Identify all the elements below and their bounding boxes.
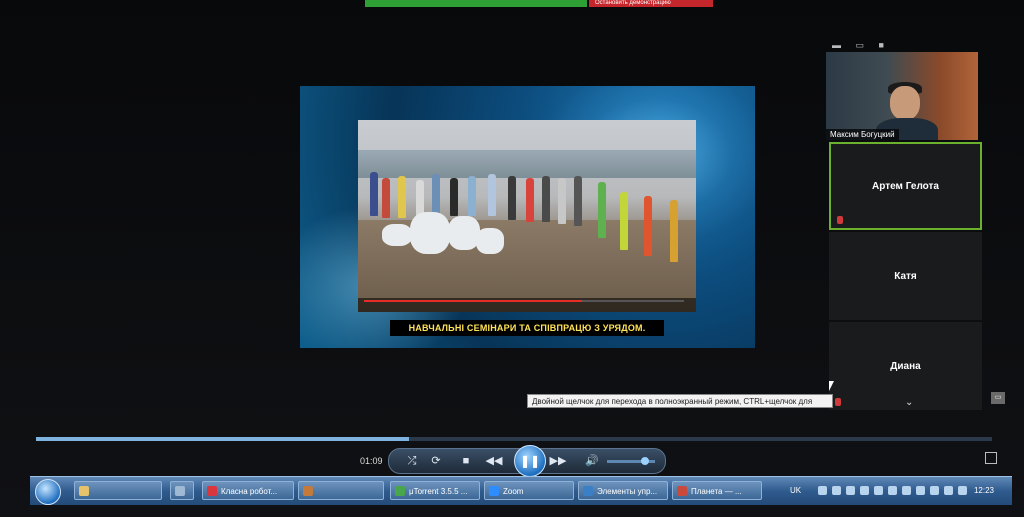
video-person — [644, 196, 652, 256]
taskbar-item[interactable]: μTorrent 3.5.5 ... — [390, 481, 480, 500]
taskbar-item[interactable]: Планета — ... — [672, 481, 762, 500]
mic-muted-icon — [835, 398, 841, 406]
video-person — [670, 200, 678, 262]
participant-name: Артем Гелота — [872, 180, 939, 192]
video-bag — [382, 224, 412, 246]
video-person — [398, 176, 406, 218]
volume-slider[interactable] — [607, 457, 655, 465]
taskbar-item[interactable] — [170, 481, 194, 500]
taskbar-item[interactable]: Класна робот... — [202, 481, 294, 500]
tray-icon[interactable] — [846, 486, 855, 495]
participant-name: Катя — [894, 270, 917, 282]
system-tray: UK 12:23 — [784, 481, 1012, 500]
opera-icon — [207, 486, 217, 496]
clock[interactable]: 12:23 — [974, 481, 994, 500]
video-person — [558, 178, 566, 224]
tray-icon[interactable] — [930, 486, 939, 495]
volume-icon[interactable]: 🔊 — [583, 453, 601, 469]
video-bag — [410, 212, 450, 254]
tray-icon[interactable] — [860, 486, 869, 495]
participant-face — [890, 86, 920, 120]
taskbar-item-label: Zoom — [503, 487, 524, 496]
next-icon[interactable]: ▶▶ — [549, 453, 567, 469]
sharing-indicator — [365, 0, 587, 7]
taskbar-item-label: Класна робот... — [221, 487, 278, 496]
mic-muted-icon — [837, 216, 843, 224]
shuffle-icon[interactable]: ⤮ — [403, 453, 421, 469]
tray-icon[interactable] — [916, 486, 925, 495]
calendar-icon — [175, 486, 185, 496]
video-controls[interactable] — [358, 298, 696, 312]
video-person — [432, 174, 440, 214]
utorrent-icon — [395, 486, 405, 496]
start-button[interactable] — [35, 479, 61, 505]
tooltip: Двойной щелчок для перехода в полноэкран… — [527, 394, 833, 408]
monitor-screen: Остановить демонстрацию НАВЧАЛЬНІ СЕМІНА… — [0, 0, 1024, 517]
previous-icon[interactable]: ◀◀ — [485, 453, 503, 469]
tray-icon[interactable] — [874, 486, 883, 495]
taskbar-item[interactable] — [298, 481, 384, 500]
tray-icon[interactable] — [818, 486, 827, 495]
stop-share-label: Остановить демонстрацию — [595, 0, 671, 6]
fullscreen-icon[interactable] — [985, 452, 997, 464]
video-person — [620, 192, 628, 250]
video-person — [574, 176, 582, 226]
video-person — [526, 178, 534, 222]
video-person — [416, 180, 424, 216]
video-person — [370, 172, 378, 216]
participant-name: Максим Богуцкий — [826, 129, 899, 140]
video-person — [450, 178, 458, 216]
taskbar-item-label: Элементы упр... — [597, 487, 658, 496]
participant-tile[interactable]: Катя — [829, 232, 982, 320]
participant-name: Диана — [890, 360, 921, 372]
stop-share-button[interactable]: Остановить демонстрацию — [589, 0, 713, 7]
video-person — [488, 174, 496, 216]
mouse-cursor-icon — [829, 381, 834, 391]
taskbar-item[interactable]: Zoom — [484, 481, 574, 500]
tray-icon[interactable] — [832, 486, 841, 495]
repeat-icon[interactable]: ⟳ — [427, 453, 445, 469]
video-caption: НАВЧАЛЬНІ СЕМІНАРИ ТА СПІВПРАЦЮ З УРЯДОМ… — [390, 320, 664, 336]
participant-tile[interactable]: Артем Гелота — [829, 142, 982, 230]
document-icon — [677, 486, 687, 496]
app-icon — [303, 486, 313, 496]
control-panel-icon — [583, 486, 593, 496]
video-frame[interactable] — [358, 120, 696, 312]
pause-button[interactable]: ❚❚ — [514, 445, 546, 477]
video-progress[interactable] — [364, 300, 684, 302]
taskbar-item[interactable] — [74, 481, 162, 500]
participant-camera-tile[interactable]: Максим Богуцкий — [826, 52, 978, 140]
taskbar-item-label: μTorrent 3.5.5 ... — [409, 487, 468, 496]
taskbar-item[interactable]: Элементы упр... — [578, 481, 668, 500]
video-person — [468, 176, 476, 216]
pin-icon[interactable]: ▭ — [991, 392, 1005, 404]
tray-icons — [818, 486, 968, 496]
seek-bar-fill — [36, 437, 409, 441]
elapsed-time: 01:09 — [360, 456, 383, 466]
video-person — [382, 178, 390, 218]
tray-icon[interactable] — [888, 486, 897, 495]
video-sea — [358, 150, 696, 178]
stop-icon[interactable]: ■ — [457, 453, 475, 469]
taskbar: Класна робот... μTorrent 3.5.5 ... Zoom … — [30, 476, 1012, 505]
share-toolbar: Остановить демонстрацию — [365, 0, 713, 7]
folder-icon — [79, 486, 89, 496]
seek-bar[interactable] — [36, 437, 992, 441]
tray-icon[interactable] — [902, 486, 911, 495]
participant-panel-controls[interactable]: ▬ ▭ ■ — [832, 40, 890, 51]
video-person — [508, 176, 516, 220]
zoom-icon — [489, 486, 499, 496]
video-bag — [476, 228, 504, 254]
video-person — [542, 176, 550, 222]
video-person — [598, 182, 606, 238]
volume-thumb[interactable] — [641, 457, 649, 465]
language-indicator[interactable]: UK — [790, 481, 801, 500]
tray-icon[interactable] — [944, 486, 953, 495]
player-controls: ⤮ ⟳ ■ ◀◀ ❚❚ ▶▶ 🔊 — [388, 445, 666, 477]
taskbar-item-label: Планета — ... — [691, 487, 742, 496]
video-progress-fill — [364, 300, 582, 302]
tray-icon[interactable] — [958, 486, 967, 495]
chevron-down-icon[interactable]: ⌄ — [905, 397, 913, 408]
shared-screen: НАВЧАЛЬНІ СЕМІНАРИ ТА СПІВПРАЦЮ З УРЯДОМ… — [300, 86, 755, 348]
